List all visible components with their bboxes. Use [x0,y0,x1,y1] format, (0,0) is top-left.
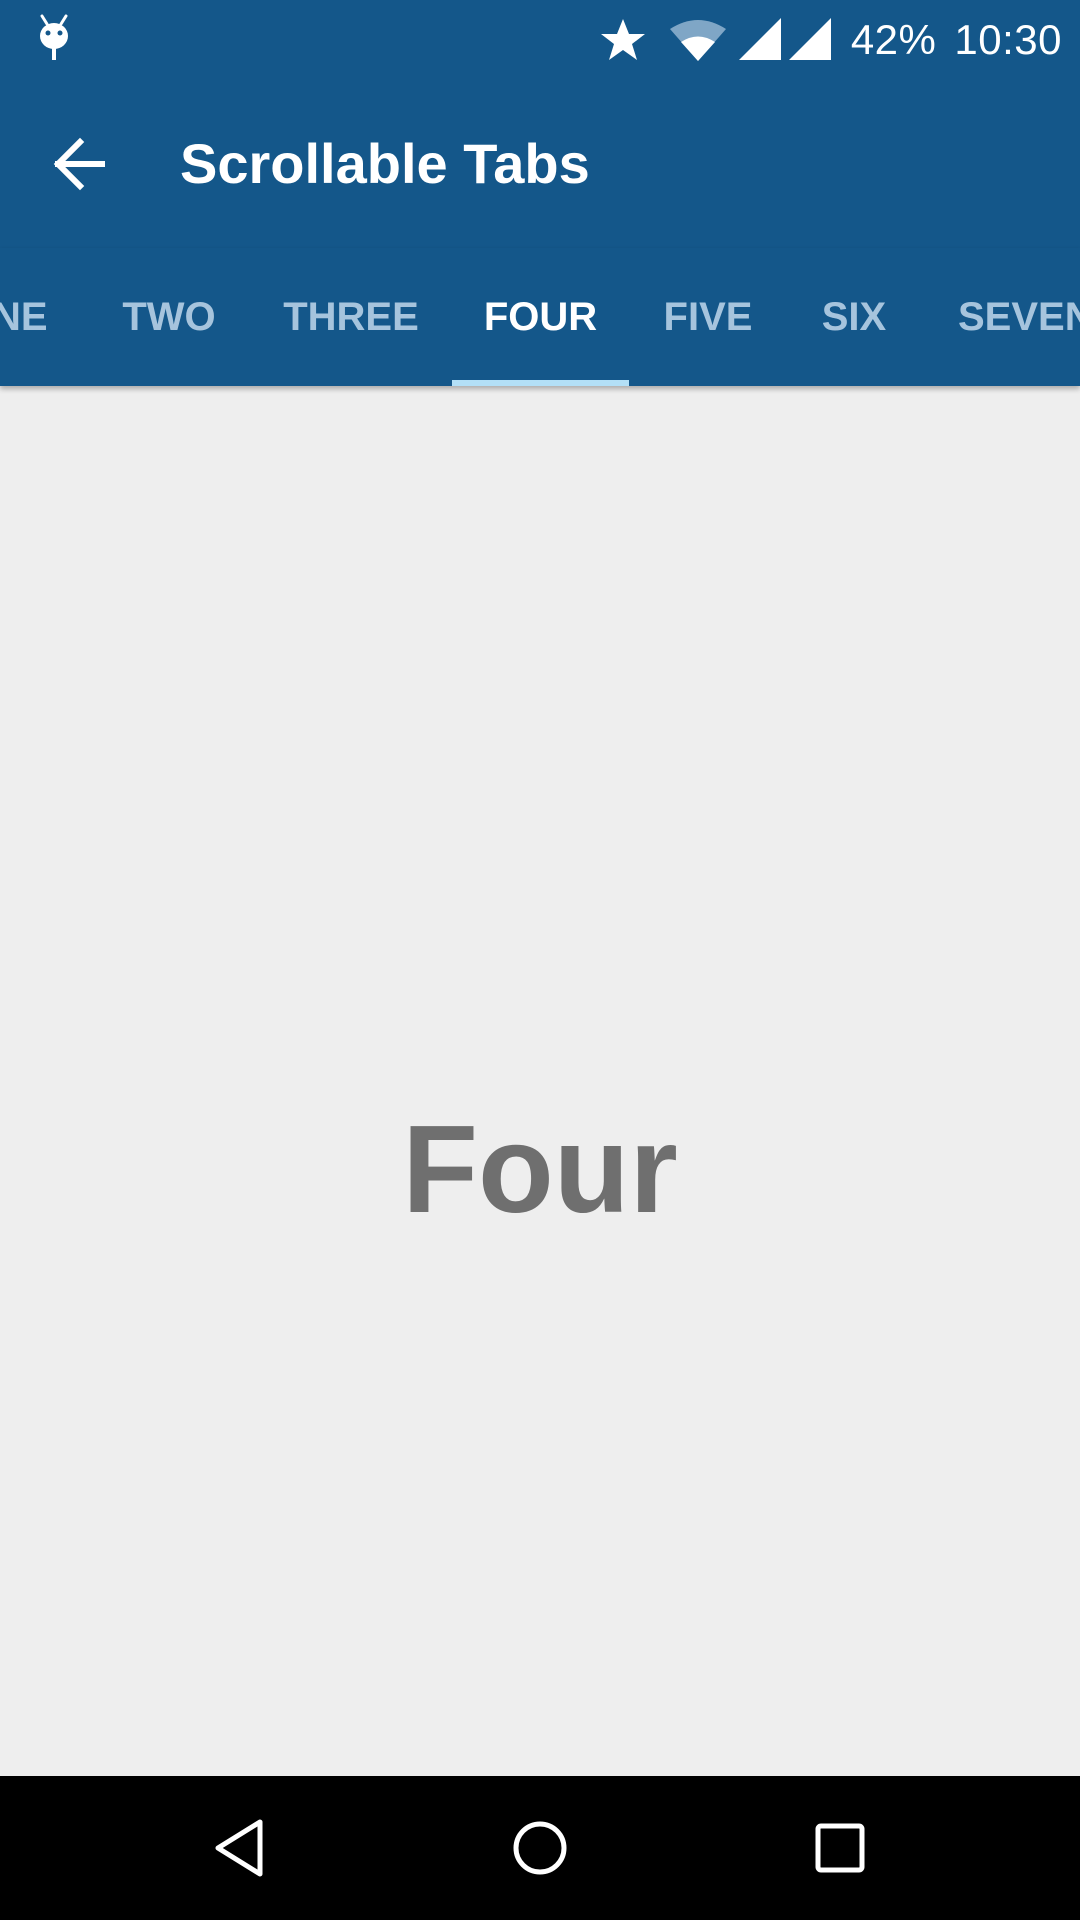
wifi-icon [669,17,727,63]
tab-content: Four [0,386,1080,1776]
star-icon [599,16,647,64]
battery-percent: 42% [850,16,937,63]
tab-one[interactable]: NE [0,248,62,386]
tab-four[interactable]: FOUR [452,248,629,386]
back-triangle-icon [215,1819,263,1877]
navigation-bar [0,1776,1080,1920]
nav-back-button[interactable] [190,1798,290,1898]
screen: 42% 10:30 Scrollable Tabs NE TWO THREE F… [0,0,1080,1920]
status-bar: 42% 10:30 [0,0,1080,80]
android-debug-icon [34,14,74,64]
tab-bar[interactable]: NE TWO THREE FOUR FIVE SIX SEVEN [0,248,1080,386]
tab-five[interactable]: FIVE [648,248,768,386]
page-label: Four [402,1101,678,1239]
tab-two[interactable]: TWO [96,248,242,386]
status-icons: 42% 10:30 [589,0,1062,80]
nav-recents-button[interactable] [790,1798,890,1898]
tab-indicator [452,380,629,386]
tab-three[interactable]: THREE [272,248,430,386]
home-circle-icon [513,1821,567,1875]
signal-icon [738,18,783,62]
arrow-back-icon [53,137,105,191]
app-bar: Scrollable Tabs [0,80,1080,248]
page-title: Scrollable Tabs [180,132,590,195]
clock: 10:30 [954,16,1062,63]
nav-home-button[interactable] [490,1798,590,1898]
back-button[interactable] [40,124,120,204]
tab-seven[interactable]: SEVEN [958,248,1080,386]
recents-square-icon [815,1823,865,1873]
signal-icon [788,18,833,62]
tab-six[interactable]: SIX [800,248,908,386]
